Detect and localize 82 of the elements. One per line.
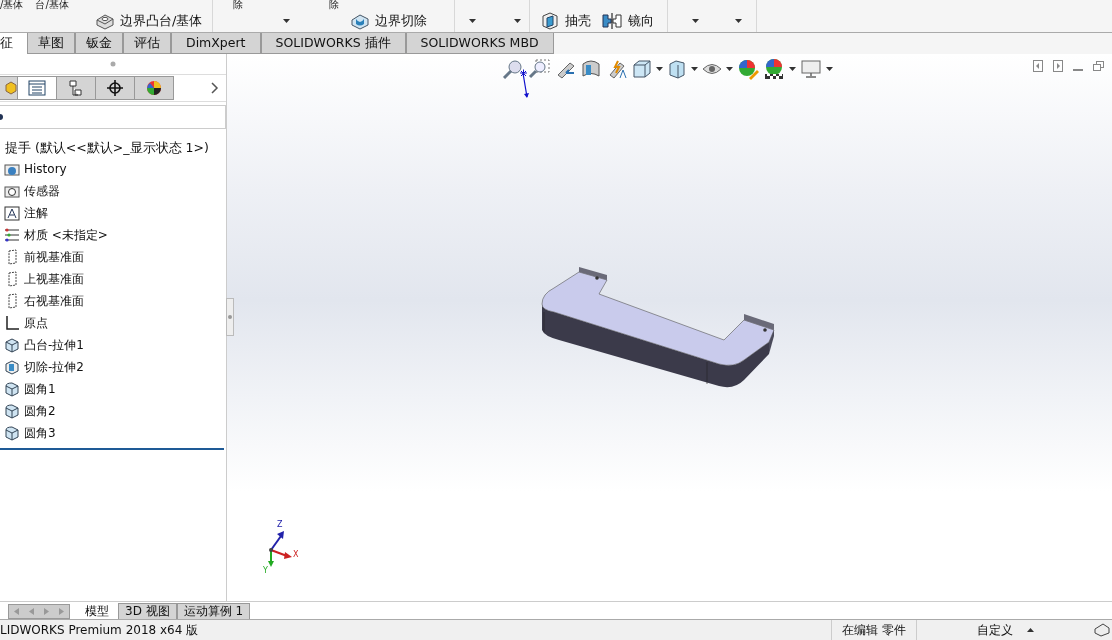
command-tab[interactable]: 评估 xyxy=(123,33,171,54)
dropdown-caret-icon[interactable] xyxy=(283,19,290,23)
ribbon-label[interactable]: 台/基体 xyxy=(35,0,69,10)
dropdown-caret-icon[interactable] xyxy=(514,19,521,23)
filter-field[interactable] xyxy=(0,105,226,129)
tree-item[interactable]: 材质 <未指定> xyxy=(24,226,108,244)
dropdown-caret-icon[interactable] xyxy=(469,19,476,23)
chevron-right-icon[interactable] xyxy=(211,82,219,94)
tree-item[interactable]: 原点 xyxy=(24,314,48,332)
tree-item[interactable]: 圆角3 xyxy=(24,424,56,442)
history-icon xyxy=(4,161,20,177)
color-wheel-icon xyxy=(144,79,164,97)
command-tab[interactable]: 钣金 xyxy=(75,33,123,54)
shell-icon[interactable] xyxy=(540,11,560,31)
model-tab[interactable]: 运动算例 1 xyxy=(176,603,251,619)
edit-mode-status: 在编辑 零件 xyxy=(831,620,916,640)
dropdown-caret-icon[interactable] xyxy=(691,67,698,71)
origin-icon xyxy=(4,315,20,331)
apply-scene-icon[interactable] xyxy=(763,58,785,80)
list-icon xyxy=(27,79,47,97)
zoom-to-fit-icon[interactable] xyxy=(502,59,524,79)
dropdown-caret-icon[interactable] xyxy=(826,67,833,71)
command-tab[interactable]: 征 xyxy=(0,33,27,54)
tree-item[interactable]: 前视基准面 xyxy=(24,248,84,266)
display-style-icon[interactable] xyxy=(667,59,687,79)
command-label[interactable]: 镜向 xyxy=(628,12,654,30)
fillet-icon xyxy=(4,425,20,441)
command-tab[interactable]: SOLIDWORKS 插件 xyxy=(260,33,406,54)
filter-icon[interactable] xyxy=(0,114,4,120)
extrude-icon xyxy=(4,337,20,353)
ribbon-label[interactable]: 除 xyxy=(233,0,243,10)
tree-item[interactable]: 传感器 xyxy=(24,182,60,200)
crosshair-icon xyxy=(105,79,125,97)
dropdown-caret-icon[interactable] xyxy=(789,67,796,71)
view-orientation-icon[interactable] xyxy=(632,59,652,79)
dropdown-caret-icon[interactable] xyxy=(656,67,663,71)
fillet-icon xyxy=(4,403,20,419)
manager-tab[interactable] xyxy=(135,76,174,100)
collapse-handle-icon[interactable] xyxy=(110,61,116,67)
edit-appearance-icon[interactable] xyxy=(737,58,759,80)
mirror-icon[interactable] xyxy=(601,12,623,30)
product-version: LIDWORKS Premium 2018 x64 版 xyxy=(0,621,199,639)
dropdown-caret-icon[interactable] xyxy=(692,19,699,23)
annotation-icon xyxy=(4,205,20,221)
restore-icon[interactable] xyxy=(1093,60,1104,72)
ribbon-label[interactable]: 除 xyxy=(329,0,339,10)
command-tab[interactable]: 草图 xyxy=(27,33,75,54)
tree-root[interactable]: 提手 (默认<<默认>_显示状态 1>) xyxy=(0,138,226,158)
cut-icon xyxy=(4,359,20,375)
tile-right-icon[interactable] xyxy=(1053,60,1063,72)
unit-system[interactable]: 自定义 xyxy=(916,620,1027,640)
command-label[interactable]: 边界凸台/基体 xyxy=(120,12,203,30)
tree-item[interactable]: 上视基准面 xyxy=(24,270,84,288)
axis-label: Y xyxy=(263,566,268,575)
splitter-handle[interactable] xyxy=(226,298,234,336)
command-tab[interactable]: SOLIDWORKS MBD xyxy=(405,33,554,54)
tree-item[interactable]: History xyxy=(24,162,67,176)
tree-item[interactable]: 右视基准面 xyxy=(24,292,84,310)
axis-label: Z xyxy=(277,520,283,529)
command-label[interactable]: 抽壳 xyxy=(565,12,591,30)
tree-item[interactable]: 凸台-拉伸1 xyxy=(24,336,84,354)
sensor-icon xyxy=(4,183,20,199)
up-caret-icon[interactable] xyxy=(1027,628,1034,632)
tile-left-icon[interactable] xyxy=(1033,60,1043,72)
boundary-boss-icon[interactable] xyxy=(95,12,115,30)
boundary-cut-icon[interactable] xyxy=(350,12,370,30)
tree-item[interactable]: 圆角2 xyxy=(24,402,56,420)
axis-label: X xyxy=(293,550,299,559)
tree-item[interactable]: 圆角1 xyxy=(24,380,56,398)
section-view-icon[interactable] xyxy=(580,59,602,79)
tree-item[interactable]: 切除-拉伸2 xyxy=(24,358,84,376)
command-tab[interactable]: DimXpert xyxy=(171,33,261,54)
dropdown-caret-icon[interactable] xyxy=(735,19,742,23)
tree-item[interactable]: 注解 xyxy=(24,204,48,222)
fillet-icon xyxy=(4,381,20,397)
manager-tab[interactable] xyxy=(96,76,135,100)
material-icon xyxy=(4,227,20,243)
model-tab[interactable]: 3D 视图 xyxy=(118,603,177,619)
ribbon-label[interactable]: /基体 xyxy=(0,0,24,10)
zoom-area-icon[interactable] xyxy=(528,59,550,79)
dropdown-caret-icon[interactable] xyxy=(726,67,733,71)
command-label[interactable]: 边界切除 xyxy=(375,12,427,30)
